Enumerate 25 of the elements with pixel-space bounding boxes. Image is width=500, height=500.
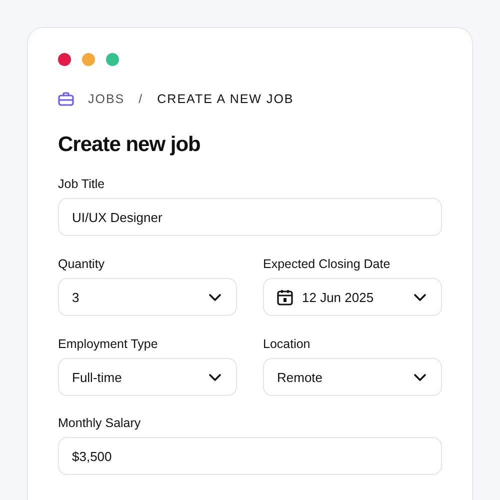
page-title: Create new job <box>58 133 202 157</box>
dropdown[interactable]: Remote <box>263 358 442 396</box>
chevron-down-icon <box>413 292 427 302</box>
breadcrumb-separator: / <box>138 92 144 106</box>
field-label: Expected Closing Date <box>263 257 392 271</box>
breadcrumb-link[interactable]: JOBS <box>88 92 125 106</box>
field-label: Monthly Salary <box>58 416 142 430</box>
briefcase-icon <box>58 92 74 106</box>
calendar-icon <box>277 288 293 306</box>
text-field[interactable]: UI/UX Designer <box>58 198 442 236</box>
window-control-dot[interactable] <box>106 53 119 66</box>
field-label: Location <box>263 337 312 351</box>
dropdown[interactable]: 3 <box>58 278 237 316</box>
breadcrumb-current: CREATE A NEW JOB <box>157 92 294 106</box>
text-field[interactable]: $3,500 <box>58 437 442 475</box>
dropdown[interactable]: Full-time <box>58 358 237 396</box>
field-label: Employment Type <box>58 337 159 351</box>
chevron-down-icon <box>413 372 427 382</box>
window-control-dot[interactable] <box>82 53 95 66</box>
field-label: Quantity <box>58 257 106 271</box>
field-label: Job Title <box>58 177 106 191</box>
date-picker[interactable]: 12 Jun 2025 <box>263 278 442 316</box>
window-control-dot[interactable] <box>58 53 71 66</box>
chevron-down-icon <box>208 372 222 382</box>
chevron-down-icon <box>208 292 222 302</box>
